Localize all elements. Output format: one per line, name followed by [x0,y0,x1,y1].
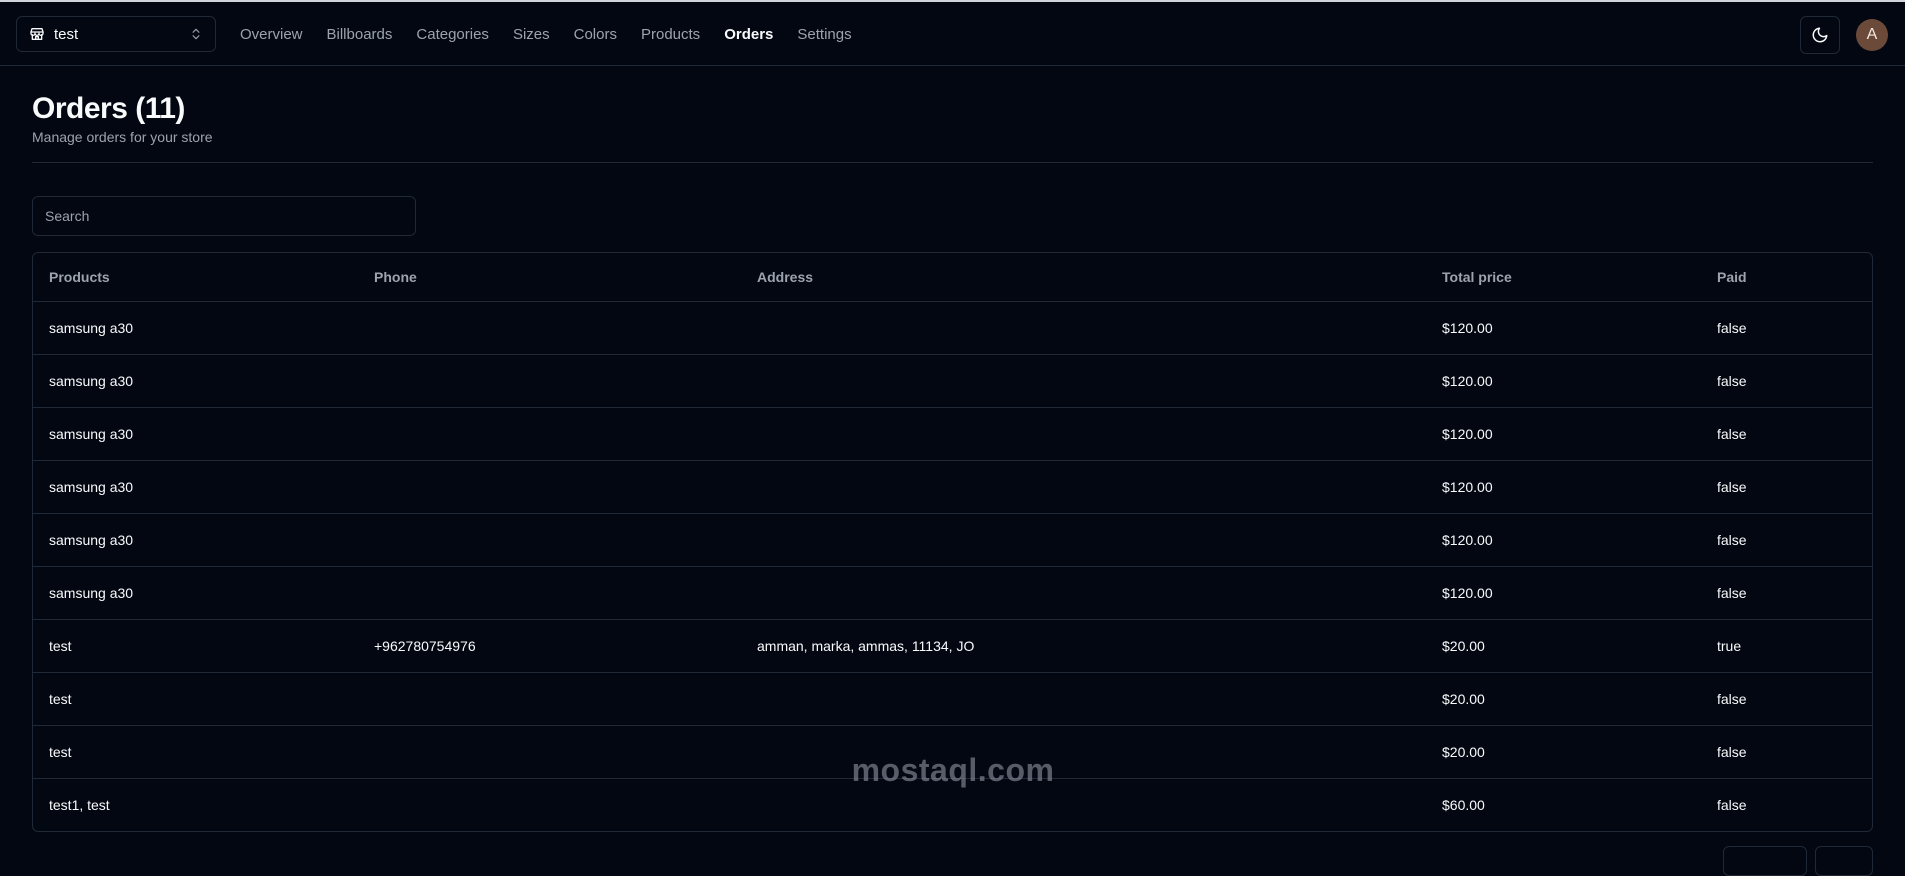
cell-products: test [33,672,358,726]
cell-phone [358,301,741,355]
cell-total-price: $120.00 [1426,407,1701,461]
top-navbar: test Overview Billboards Categories Size… [0,2,1905,66]
cell-products: test [33,619,358,673]
cell-paid: false [1701,566,1872,620]
page-subtitle: Manage orders for your store [32,129,213,145]
watermark: mostaql.com [838,752,1068,789]
store-switcher[interactable]: test [16,16,216,52]
table-row[interactable]: samsung a30 $120.00 false [33,513,1872,567]
cell-address [741,566,1426,620]
cell-products: samsung a30 [33,566,358,620]
cell-total-price: $120.00 [1426,354,1701,408]
cell-products: test1, test [49,796,110,813]
cell-paid: false [1701,672,1872,726]
nav-overview[interactable]: Overview [240,26,303,43]
store-name: test [54,25,79,43]
pagination-next-button[interactable] [1815,846,1873,876]
cell-address [741,301,1426,355]
cell-paid: false [1717,796,1747,813]
cell-phone: +962780754976 [358,619,741,673]
table-row[interactable]: samsung a30 $120.00 false [33,354,1872,408]
nav-products[interactable]: Products [641,26,700,43]
nav-orders[interactable]: Orders [724,26,773,43]
cell-paid: true [1701,619,1872,673]
column-header-phone[interactable]: Phone [358,253,741,302]
cell-phone [358,354,741,408]
chevrons-up-down-icon [189,27,203,41]
nav-categories[interactable]: Categories [416,26,489,43]
cell-total-price: $120.00 [1426,460,1701,514]
orders-table: Products Phone Address Total price Paid … [32,252,1873,832]
cell-paid: false [1701,407,1872,461]
cell-phone [358,778,741,831]
cell-products: test [33,725,358,779]
cell-address [741,672,1426,726]
cell-total-price: $60.00 [1442,796,1485,813]
cell-products: samsung a30 [33,407,358,461]
nav-colors[interactable]: Colors [574,26,617,43]
cell-paid: false [1701,725,1872,779]
cell-paid: false [1701,301,1872,355]
table-row[interactable]: samsung a30 $120.00 false [33,566,1872,620]
table-row[interactable]: samsung a30 $120.00 false [33,301,1872,355]
column-header-paid[interactable]: Paid [1701,253,1872,302]
cell-total-price: $20.00 [1426,672,1701,726]
moon-icon [1811,26,1829,44]
table-row[interactable]: samsung a30 $120.00 false [33,407,1872,461]
cell-address [741,513,1426,567]
cell-address [741,460,1426,514]
cell-products: samsung a30 [33,354,358,408]
column-header-total-price[interactable]: Total price [1426,253,1701,302]
cell-total-price: $120.00 [1426,513,1701,567]
cell-products: samsung a30 [33,460,358,514]
table-row[interactable]: samsung a30 $120.00 false [33,460,1872,514]
cell-address [741,354,1426,408]
table-header-row: Products Phone Address Total price Paid [33,253,1872,302]
cell-address: amman, marka, ammas, 11134, JO [741,619,1426,673]
nav-settings[interactable]: Settings [797,26,851,43]
cell-products: samsung a30 [33,301,358,355]
cell-phone [358,460,741,514]
cell-total-price: $120.00 [1426,301,1701,355]
cell-phone [358,407,741,461]
theme-toggle-button[interactable] [1800,16,1840,54]
user-avatar[interactable]: A [1856,19,1888,51]
pagination-previous-button[interactable] [1723,846,1807,876]
nav-billboards[interactable]: Billboards [327,26,393,43]
table-row[interactable]: test +962780754976 amman, marka, ammas, 11… [33,619,1872,673]
cell-paid: false [1701,354,1872,408]
column-header-products[interactable]: Products [33,253,358,302]
store-icon [29,26,45,42]
page-title: Orders (11) [32,92,185,125]
cell-phone [358,725,741,779]
cell-address [741,407,1426,461]
cell-phone [358,672,741,726]
cell-total-price: $20.00 [1426,725,1701,779]
watermark-text: mostaql.com [851,752,1055,788]
column-header-address[interactable]: Address [741,253,1426,302]
cell-products: samsung a30 [33,513,358,567]
cell-paid: false [1701,513,1872,567]
cell-paid: false [1701,460,1872,514]
page-heading: Orders (11) Manage orders for your store [32,92,213,145]
cell-total-price: $20.00 [1426,619,1701,673]
table-row[interactable]: test $20.00 false [33,672,1872,726]
cell-phone [358,566,741,620]
heading-divider [32,162,1873,163]
cell-total-price: $120.00 [1426,566,1701,620]
cell-phone [358,513,741,567]
main-nav: Overview Billboards Categories Sizes Col… [240,2,876,66]
search-input[interactable] [32,196,416,236]
nav-sizes[interactable]: Sizes [513,26,550,43]
